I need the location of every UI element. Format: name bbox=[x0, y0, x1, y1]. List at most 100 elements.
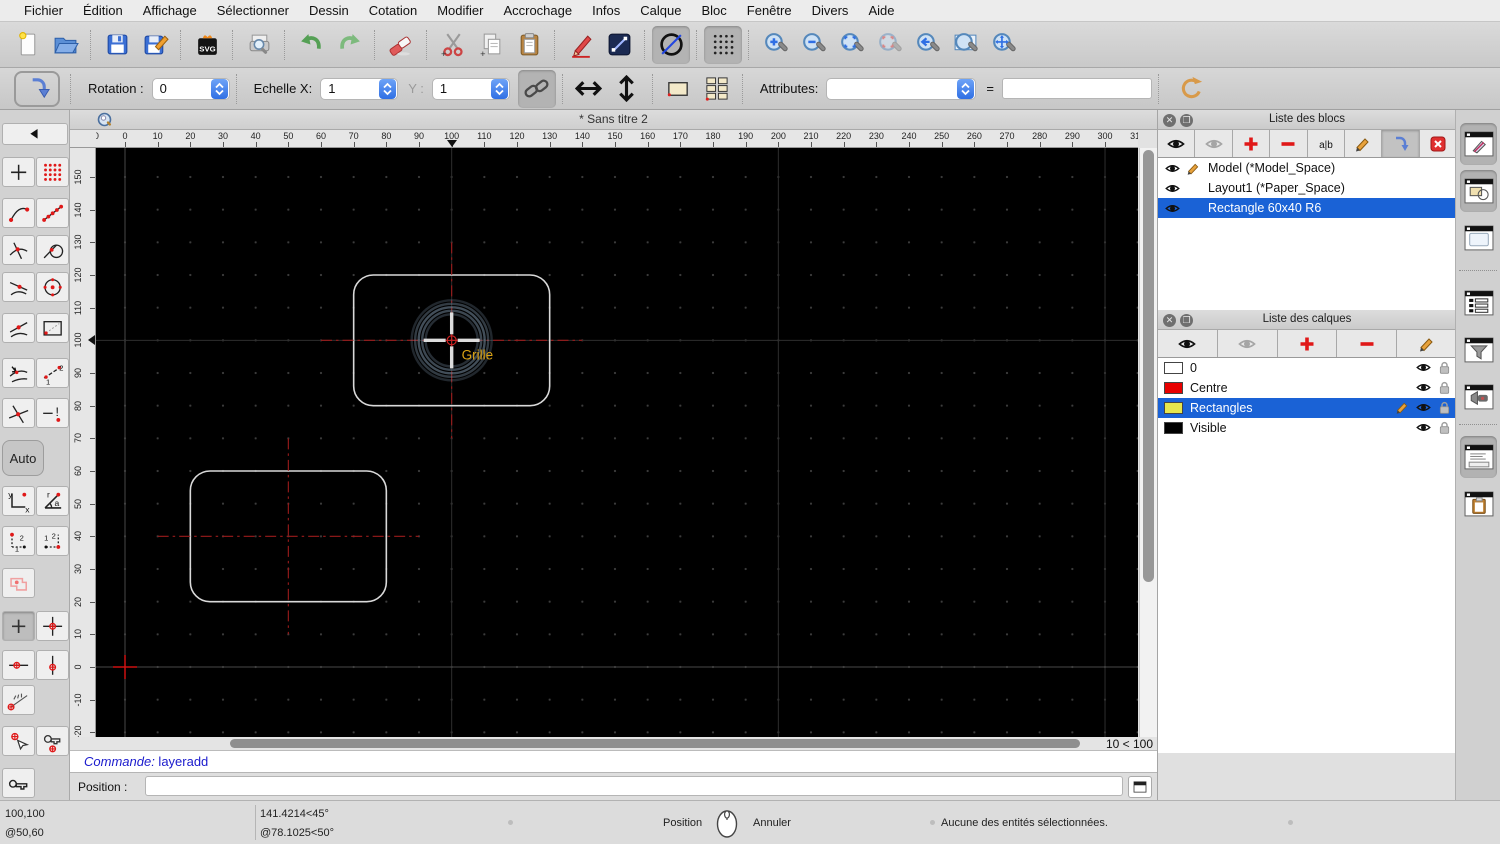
rotation-combo-stepper-icon[interactable] bbox=[210, 78, 228, 99]
rotation-combo[interactable]: 0 bbox=[151, 77, 230, 100]
document-titlebar[interactable]: * Sans titre 2 bbox=[70, 110, 1157, 130]
restrict-vertical-button[interactable] bbox=[36, 650, 69, 680]
snap-endpoints-button[interactable] bbox=[2, 198, 35, 228]
remove-block-button[interactable] bbox=[1270, 130, 1308, 157]
edit-block-button[interactable] bbox=[1345, 130, 1383, 157]
paste-button[interactable] bbox=[510, 26, 548, 64]
dock-pencil-window-toggle[interactable] bbox=[1460, 123, 1497, 165]
menu-item-aide[interactable]: Aide bbox=[858, 3, 904, 18]
layer-edit-icon[interactable] bbox=[1395, 400, 1410, 415]
restrict-angle-button[interactable] bbox=[2, 685, 35, 715]
layer-row[interactable]: Centre bbox=[1158, 378, 1456, 398]
zoom-window-button[interactable] bbox=[946, 26, 984, 64]
edit-layer-button[interactable] bbox=[1397, 330, 1456, 357]
command-window-button[interactable] bbox=[1128, 776, 1152, 798]
coord-relative-1-button[interactable]: 12 bbox=[2, 526, 35, 556]
scale-y-combo-stepper-icon[interactable] bbox=[490, 78, 508, 99]
layer-lock-icon[interactable] bbox=[1437, 420, 1452, 435]
zoom-pan-button[interactable] bbox=[984, 26, 1022, 64]
zoom-in-button[interactable] bbox=[756, 26, 794, 64]
block-visibility-icon[interactable] bbox=[1165, 161, 1180, 176]
coord-cartesian-button[interactable]: yx bbox=[2, 486, 35, 516]
layer-visibility-icon[interactable] bbox=[1416, 380, 1431, 395]
insert-single-button[interactable] bbox=[660, 70, 698, 108]
redo-button[interactable] bbox=[330, 26, 368, 64]
dock-filter-window-toggle[interactable] bbox=[1460, 329, 1497, 371]
layer-lock-icon[interactable] bbox=[1437, 380, 1452, 395]
snap-on-entity-points-button[interactable] bbox=[36, 198, 69, 228]
layer-row[interactable]: 0 bbox=[1158, 358, 1456, 378]
zoom-auto-button[interactable] bbox=[832, 26, 870, 64]
copy-button[interactable]: + bbox=[472, 26, 510, 64]
menu-item-bloc[interactable]: Bloc bbox=[691, 3, 736, 18]
show-all-layers-button[interactable] bbox=[1158, 330, 1218, 357]
layer-row[interactable]: Rectangles bbox=[1158, 398, 1456, 418]
snap-tangent-button[interactable] bbox=[36, 235, 69, 265]
show-all-blocks-button[interactable] bbox=[1158, 130, 1196, 157]
undo-button[interactable] bbox=[292, 26, 330, 64]
attributes-combo-stepper-icon[interactable] bbox=[957, 78, 975, 99]
restrict-orthogonal-button[interactable] bbox=[36, 611, 69, 641]
menu-item-selectionner[interactable]: Sélectionner bbox=[207, 3, 299, 18]
export-svg-button[interactable]: SVG bbox=[188, 26, 226, 64]
block-panel-titlebar[interactable]: ✕ ❐ Liste des blocs bbox=[1158, 110, 1456, 130]
restrict-nothing-button[interactable] bbox=[2, 611, 35, 641]
layer-visibility-icon[interactable] bbox=[1416, 420, 1431, 435]
menu-item-fichier[interactable]: Fichier bbox=[14, 3, 73, 18]
coord-relative-2-button[interactable]: 12 bbox=[36, 526, 69, 556]
delete-button[interactable] bbox=[382, 26, 420, 64]
menu-item-accrochage[interactable]: Accrochage bbox=[493, 3, 582, 18]
snap-intersection-auto-button[interactable] bbox=[2, 235, 35, 265]
block-row[interactable]: Model (*Model_Space) bbox=[1158, 158, 1456, 178]
layer-row[interactable]: Visible bbox=[1158, 418, 1456, 438]
restrict-horizontal-button[interactable] bbox=[2, 650, 35, 680]
add-layer-button[interactable] bbox=[1278, 330, 1338, 357]
canvas-svg[interactable]: Grille bbox=[96, 148, 1138, 737]
block-visibility-icon[interactable] bbox=[1165, 181, 1180, 196]
menu-item-dessin[interactable]: Dessin bbox=[299, 3, 359, 18]
menu-item-infos[interactable]: Infos bbox=[582, 3, 630, 18]
menu-item-edition[interactable]: Édition bbox=[73, 3, 133, 18]
save-as-button[interactable] bbox=[136, 26, 174, 64]
scale-y-combo[interactable]: 1 bbox=[431, 77, 510, 100]
block-row[interactable]: Layout1 (*Paper_Space) bbox=[1158, 178, 1456, 198]
attributes-combo[interactable] bbox=[826, 77, 977, 100]
menu-item-calque[interactable]: Calque bbox=[630, 3, 691, 18]
snap-distance-button[interactable]: 12 bbox=[36, 358, 69, 388]
drawing-canvas[interactable]: Grille bbox=[96, 148, 1138, 737]
zoom-selection-button[interactable] bbox=[870, 26, 908, 64]
rename-block-button[interactable]: a|b bbox=[1308, 130, 1345, 157]
insert-array-button[interactable] bbox=[698, 70, 736, 108]
layer-visibility-icon[interactable] bbox=[1416, 360, 1431, 375]
snap-perpendicular-button[interactable] bbox=[2, 358, 35, 388]
dock-clipboard-window-toggle[interactable] bbox=[1460, 483, 1497, 525]
dock-projector-window-toggle[interactable] bbox=[1460, 376, 1497, 418]
lock-relative-zero-button[interactable] bbox=[36, 726, 69, 756]
snap-intersection-manual-button[interactable]: ! bbox=[36, 398, 69, 428]
new-file-button[interactable] bbox=[8, 26, 46, 64]
menu-item-fenetre[interactable]: Fenêtre bbox=[737, 3, 802, 18]
position-input[interactable] bbox=[145, 776, 1123, 796]
menu-item-modifier[interactable]: Modifier bbox=[427, 3, 493, 18]
line-tool-button[interactable] bbox=[600, 26, 638, 64]
flip-horizontal-button[interactable] bbox=[570, 70, 608, 108]
purge-block-button[interactable] bbox=[1420, 130, 1456, 157]
draft-mode-button[interactable] bbox=[652, 25, 690, 64]
horizontal-scrollbar[interactable] bbox=[96, 737, 1096, 750]
scale-x-combo-stepper-icon[interactable] bbox=[379, 78, 397, 99]
layer-visibility-icon[interactable] bbox=[1416, 400, 1431, 415]
zoom-out-button[interactable] bbox=[794, 26, 832, 64]
add-block-button[interactable] bbox=[1233, 130, 1271, 157]
snap-free-button[interactable] bbox=[2, 157, 35, 187]
vertical-scrollbar-thumb[interactable] bbox=[1143, 150, 1154, 582]
dock-list-window-toggle[interactable] bbox=[1460, 282, 1497, 324]
attribute-value-input[interactable] bbox=[1002, 78, 1152, 99]
menu-item-divers[interactable]: Divers bbox=[802, 3, 859, 18]
print-preview-button[interactable] bbox=[240, 26, 278, 64]
hide-all-blocks-button[interactable] bbox=[1195, 130, 1233, 157]
grid-toggle-button[interactable] bbox=[704, 25, 742, 64]
menu-item-cotation[interactable]: Cotation bbox=[359, 3, 427, 18]
dock-library-browser-toggle[interactable] bbox=[1460, 170, 1497, 212]
block-visibility-icon[interactable] bbox=[1165, 201, 1180, 216]
dock-preview-window-toggle[interactable] bbox=[1460, 217, 1497, 259]
